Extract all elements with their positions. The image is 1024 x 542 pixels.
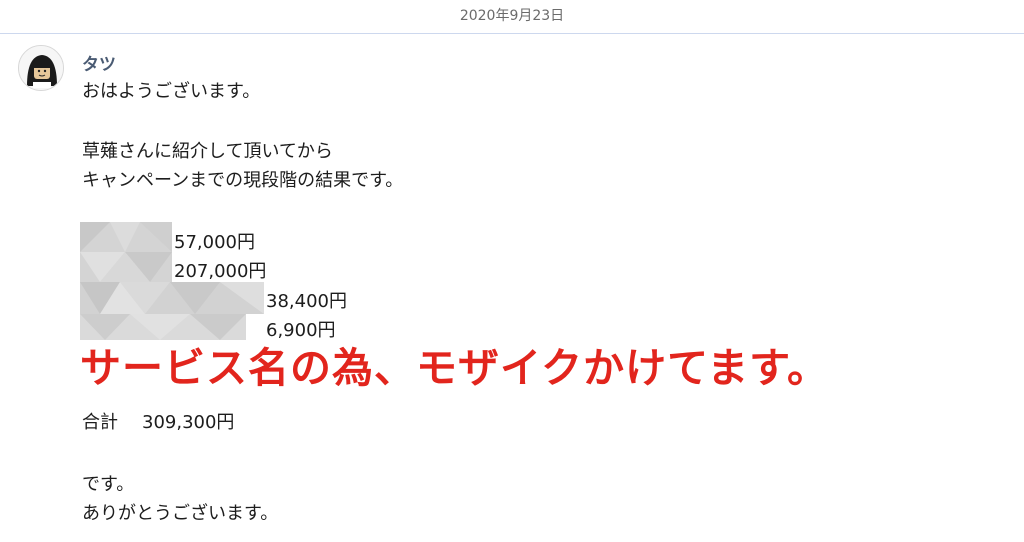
sender-name[interactable]: タツ [82,50,116,75]
greeting-text: おはようございます。 [82,81,261,102]
closing-line-2: ありがとうございます。 [82,503,279,524]
result-amount-2: 207,000円 [174,261,267,282]
intro-line-2: キャンペーンまでの現段階の結果です。 [82,170,404,191]
avatar[interactable] [18,45,64,91]
result-amount-3: 38,400円 [266,291,347,312]
total-label: 合計 [82,412,118,433]
avatar-image [19,46,63,90]
mosaic-notice-caption: サービス名の為、モザイクかけてます。 [80,344,830,392]
result-amount-1: 57,000円 [174,232,255,253]
closing-line-1: です。 [82,474,135,495]
intro-line-1: 草薙さんに紹介して頂いてから [82,141,333,162]
mosaic-block-2 [80,282,264,314]
date-label: 2020年9月23日 [447,5,577,25]
mosaic-block-1 [80,222,172,282]
total-value: 309,300円 [142,412,235,433]
date-divider: 2020年9月23日 [0,0,1024,34]
